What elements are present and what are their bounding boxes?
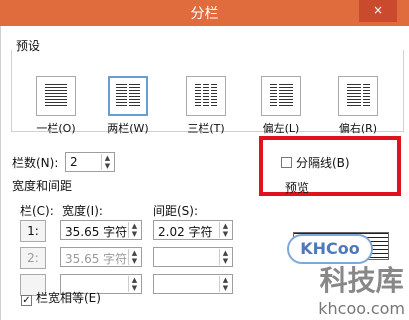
separator-checkbox[interactable]: 分隔线(B): [281, 154, 350, 171]
checkbox-checked-icon: [21, 295, 32, 306]
close-icon: ×: [372, 3, 384, 17]
stepper-arrows-icon: ▲ ▼: [128, 276, 140, 292]
watermark-main: 科技库: [319, 264, 404, 297]
close-button[interactable]: ×: [359, 0, 397, 22]
preview-label: 预览: [285, 181, 310, 195]
equal-width-label: 栏宽相等(E): [36, 291, 101, 305]
left-columns-icon: [261, 76, 301, 116]
stepper-arrows-icon[interactable]: ▲ ▼: [128, 222, 140, 238]
width-value: 35.65 字符: [65, 225, 128, 239]
one-column-icon: [36, 76, 76, 116]
stepper-arrows-icon[interactable]: ▲ ▼: [101, 154, 113, 170]
separator-label: 分隔线(B): [296, 156, 350, 170]
width-spacing-label: 宽度和间距: [12, 179, 73, 193]
presets-group: 一栏(O) 两栏(W) 三栏(T) 偏左(L) 偏右(R): [11, 50, 404, 135]
checkbox-unchecked-icon: [281, 157, 292, 168]
spacing-value: 2.02 字符: [158, 225, 213, 239]
width-value: 35.65 字符: [65, 252, 128, 266]
two-columns-icon: [108, 76, 148, 116]
preset-label: 三栏(T): [187, 122, 225, 135]
three-columns-icon: [186, 76, 226, 116]
preset-label: 一栏(O): [36, 122, 76, 135]
right-columns-icon: [338, 76, 378, 116]
spacing-stepper: ▲ ▼: [153, 247, 233, 267]
column-count-stepper[interactable]: 2 ▲ ▼: [65, 152, 115, 172]
watermark: 科技库 khcoo.com: [318, 259, 405, 318]
row-number: 2:: [20, 247, 46, 269]
preset-label: 偏右(R): [338, 122, 378, 135]
row-number: 1:: [20, 220, 46, 242]
preset-right[interactable]: 偏右(R): [330, 76, 386, 136]
spacing-header: 间距(S):: [153, 204, 199, 218]
stepper-arrows-icon[interactable]: ▲ ▼: [219, 222, 231, 238]
column-count-value: 2: [70, 155, 78, 169]
width-header: 宽度(I):: [62, 204, 103, 218]
preset-two-columns[interactable]: 两栏(W): [100, 76, 156, 136]
title-bar: 分栏 ×: [0, 0, 409, 26]
column-header: 栏(C):: [20, 204, 54, 218]
spacing-stepper[interactable]: 2.02 字符 ▲ ▼: [153, 220, 233, 240]
width-stepper[interactable]: 35.65 字符 ▲ ▼: [60, 220, 142, 240]
dialog-body: 预设 一栏(O) 两栏(W) 三栏(T) 偏左(L) 偏右(R) 栏数(N): …: [0, 26, 409, 320]
column-count-label: 栏数(N):: [12, 156, 59, 170]
stepper-arrows-icon: ▲ ▼: [219, 249, 231, 265]
preset-left[interactable]: 偏左(L): [253, 76, 309, 136]
stepper-arrows-icon: ▲ ▼: [219, 276, 231, 292]
window-title: 分栏: [190, 6, 219, 22]
stepper-arrows-icon: ▲ ▼: [128, 249, 140, 265]
spacing-stepper: ▲ ▼: [153, 274, 233, 294]
preset-three-columns[interactable]: 三栏(T): [178, 76, 234, 136]
watermark-sub: khcoo.com: [318, 299, 405, 318]
width-stepper: 35.65 字符 ▲ ▼: [60, 247, 142, 267]
equal-width-checkbox[interactable]: 栏宽相等(E): [21, 289, 101, 306]
preset-label: 偏左(L): [262, 122, 300, 135]
preset-label: 两栏(W): [107, 122, 149, 135]
preset-one-column[interactable]: 一栏(O): [28, 76, 84, 136]
